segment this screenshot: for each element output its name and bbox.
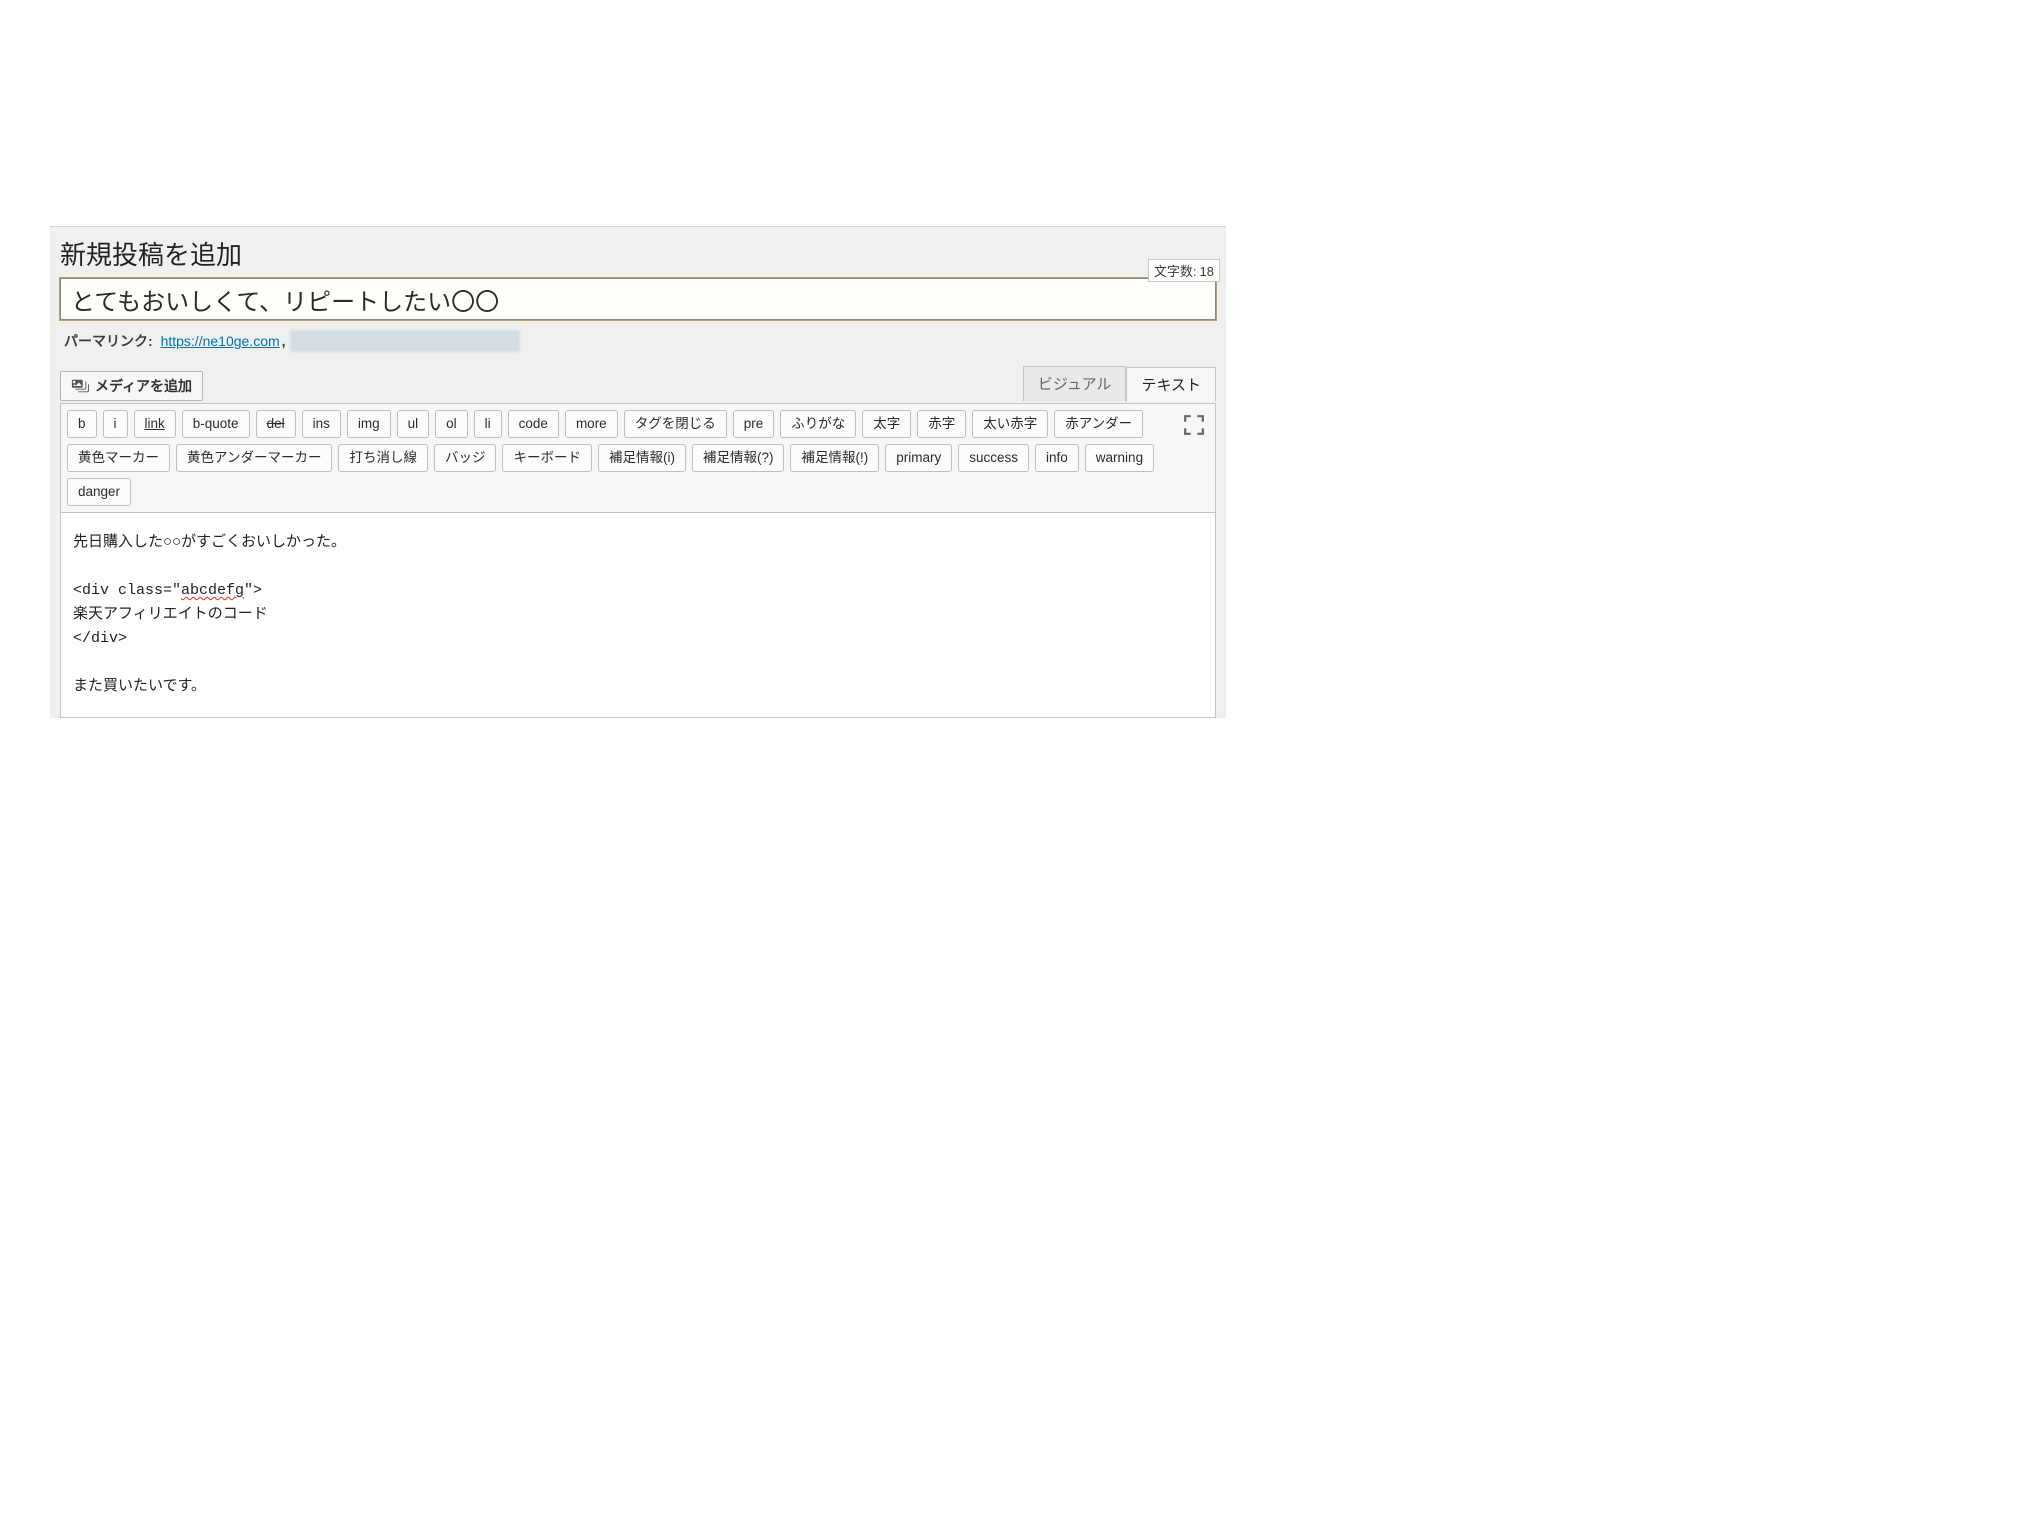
permalink-slug-redacted bbox=[290, 330, 520, 352]
content-line-4: </div> bbox=[73, 630, 127, 647]
tab-text[interactable]: テキスト bbox=[1126, 367, 1216, 402]
qt-pre[interactable]: pre bbox=[733, 410, 775, 438]
qt-bquote[interactable]: b-quote bbox=[182, 410, 250, 438]
post-title-input[interactable] bbox=[60, 278, 1216, 320]
qt-info[interactable]: info bbox=[1035, 444, 1079, 472]
permalink-label: パーマリンク: bbox=[64, 331, 153, 351]
char-count-badge: 文字数: 18 bbox=[1148, 259, 1220, 282]
tab-visual[interactable]: ビジュアル bbox=[1023, 366, 1127, 401]
qt-strike[interactable]: 打ち消し線 bbox=[338, 444, 428, 472]
page-title: 新規投稿を追加 bbox=[50, 227, 1226, 276]
qt-close-tags[interactable]: タグを閉じる bbox=[624, 410, 727, 438]
qt-primary[interactable]: primary bbox=[885, 444, 952, 472]
qt-ol[interactable]: ol bbox=[435, 410, 468, 438]
post-editor-panel: 新規投稿を追加 文字数: 18 パーマリンク: https://ne10ge.c… bbox=[50, 226, 1226, 718]
qt-badge[interactable]: バッジ bbox=[434, 444, 497, 472]
content-line-5: また買いたいです。 bbox=[73, 678, 206, 695]
qt-code[interactable]: code bbox=[508, 410, 559, 438]
qt-warning[interactable]: warning bbox=[1085, 444, 1154, 472]
qt-link[interactable]: link bbox=[134, 410, 176, 438]
qt-success[interactable]: success bbox=[958, 444, 1029, 472]
permalink-row: パーマリンク: https://ne10ge.com, bbox=[50, 326, 1226, 366]
qt-li[interactable]: li bbox=[474, 410, 502, 438]
char-count-value: 18 bbox=[1200, 264, 1214, 279]
qt-yellow-marker[interactable]: 黄色マーカー bbox=[67, 444, 170, 472]
qt-more[interactable]: more bbox=[565, 410, 618, 438]
qt-info-q[interactable]: 補足情報(?) bbox=[692, 444, 785, 472]
qt-red[interactable]: 赤字 bbox=[917, 410, 966, 438]
qt-info-e[interactable]: 補足情報(!) bbox=[790, 444, 879, 472]
permalink-trailing: , bbox=[282, 333, 286, 349]
media-icon bbox=[71, 377, 89, 395]
qt-img[interactable]: img bbox=[347, 410, 391, 438]
qt-ul[interactable]: ul bbox=[397, 410, 430, 438]
qt-furigana[interactable]: ふりがな bbox=[780, 410, 856, 438]
qt-del[interactable]: del bbox=[256, 410, 296, 438]
permalink-link[interactable]: https://ne10ge.com bbox=[161, 333, 280, 349]
qt-yellow-under-marker[interactable]: 黄色アンダーマーカー bbox=[176, 444, 332, 472]
char-count-label: 文字数: bbox=[1154, 261, 1197, 280]
qt-ins[interactable]: ins bbox=[302, 410, 341, 438]
qt-bold-jp[interactable]: 太字 bbox=[862, 410, 911, 438]
content-line-1: 先日購入した○○がすごくおいしかった。 bbox=[73, 534, 346, 551]
content-line-2-squiggle: abcdefg bbox=[181, 582, 244, 599]
content-line-2a: <div class=" bbox=[73, 582, 181, 599]
qt-danger[interactable]: danger bbox=[67, 478, 131, 506]
add-media-button[interactable]: メディアを追加 bbox=[60, 371, 203, 401]
qt-red-under[interactable]: 赤アンダー bbox=[1054, 410, 1143, 438]
add-media-label: メディアを追加 bbox=[95, 376, 192, 396]
editor-mode-tabs: ビジュアル テキスト bbox=[1023, 366, 1216, 401]
fullscreen-icon[interactable] bbox=[1183, 414, 1205, 436]
content-line-2b: "> bbox=[244, 582, 262, 599]
qt-info-i[interactable]: 補足情報(i) bbox=[598, 444, 686, 472]
post-content-textarea[interactable]: 先日購入した○○がすごくおいしかった。 <div class="abcdefg"… bbox=[60, 513, 1216, 718]
content-line-3: 楽天アフィリエイトのコード bbox=[73, 606, 268, 623]
qt-bold[interactable]: b bbox=[67, 410, 97, 438]
qt-italic[interactable]: i bbox=[103, 410, 128, 438]
qt-bold-red[interactable]: 太い赤字 bbox=[972, 410, 1048, 438]
qt-keyboard[interactable]: キーボード bbox=[502, 444, 592, 472]
quicktags-toolbar: b i link b-quote del ins img ul ol li co… bbox=[60, 403, 1216, 513]
